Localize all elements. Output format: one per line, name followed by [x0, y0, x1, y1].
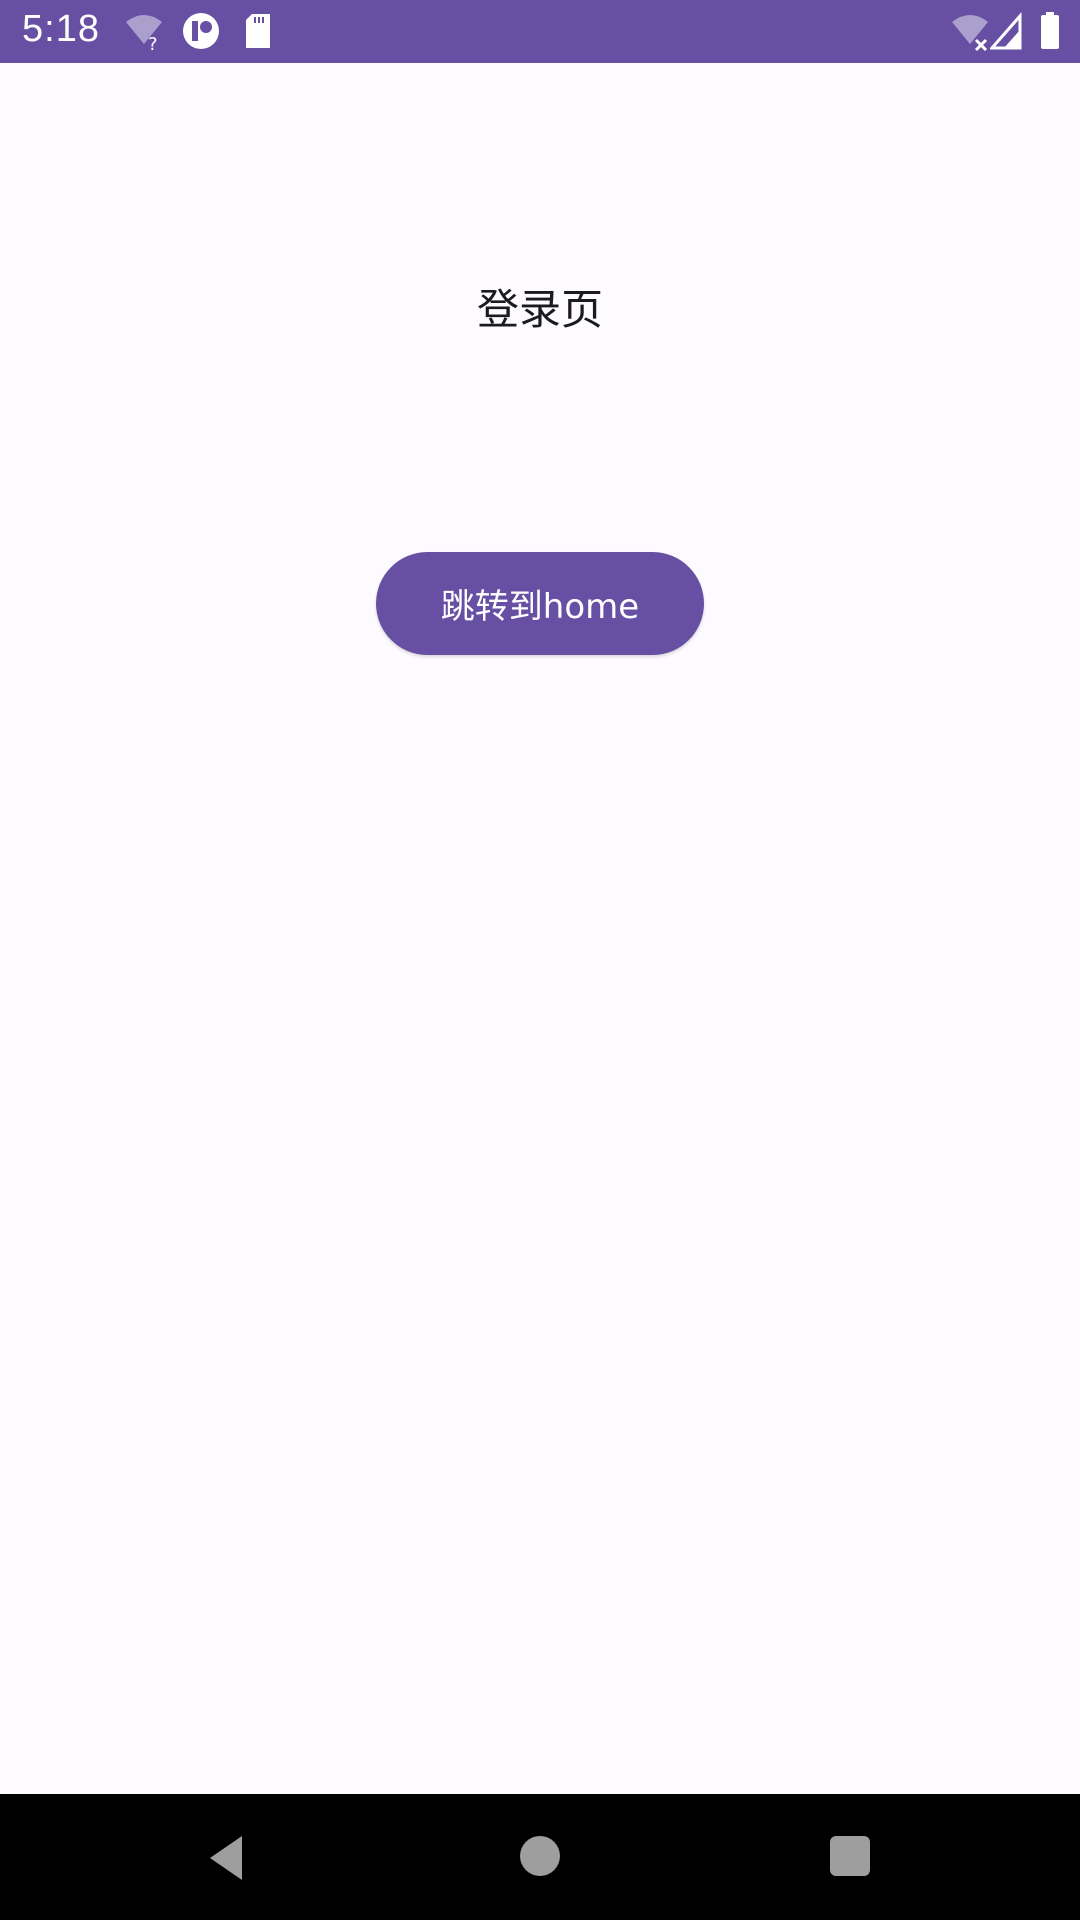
battery-icon — [1041, 12, 1059, 49]
wifi-question-icon: ? — [126, 15, 162, 52]
wifi-x-icon — [952, 15, 988, 52]
go-to-home-button[interactable]: 跳转到home — [376, 552, 704, 655]
svg-text:?: ? — [148, 34, 158, 52]
sd-card-icon — [246, 14, 270, 48]
screen: 5:18 ? 登录页 跳转到home — [0, 0, 1080, 1920]
status-bar: 5:18 ? — [0, 0, 1080, 63]
status-time: 5:18 — [22, 8, 100, 50]
page-title: 登录页 — [476, 285, 603, 334]
back-icon[interactable] — [206, 1834, 246, 1882]
system-nav-bar — [0, 1794, 1080, 1920]
signal-icon — [990, 12, 1022, 50]
home-icon[interactable] — [520, 1836, 560, 1876]
circle-app-icon — [183, 13, 219, 49]
recents-icon[interactable] — [830, 1836, 870, 1876]
